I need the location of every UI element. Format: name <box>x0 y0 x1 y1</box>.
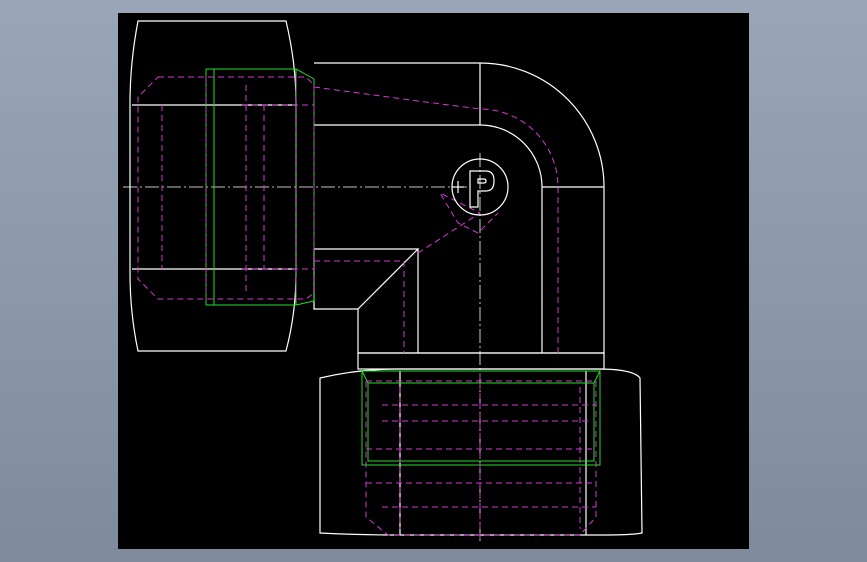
bottom-collar <box>357 352 605 370</box>
bottom-thread <box>361 370 601 466</box>
cad-viewport[interactable] <box>118 13 749 549</box>
left-hex-nut <box>129 20 297 352</box>
elbow-inner-arc <box>479 124 543 188</box>
center-lines <box>123 153 481 543</box>
left-nut-outline <box>129 20 297 352</box>
bottom-hidden-bore <box>366 373 596 543</box>
left-hidden-outer <box>137 76 315 300</box>
elbow-hidden-passage <box>313 86 559 353</box>
elbow-fitting-drawing <box>123 20 643 543</box>
elbow-hidden-diagonal <box>417 191 499 254</box>
left-hidden-bore <box>161 77 314 299</box>
thread-lines <box>205 68 601 466</box>
elbow-body <box>313 62 605 370</box>
elbow-outline <box>313 62 605 354</box>
